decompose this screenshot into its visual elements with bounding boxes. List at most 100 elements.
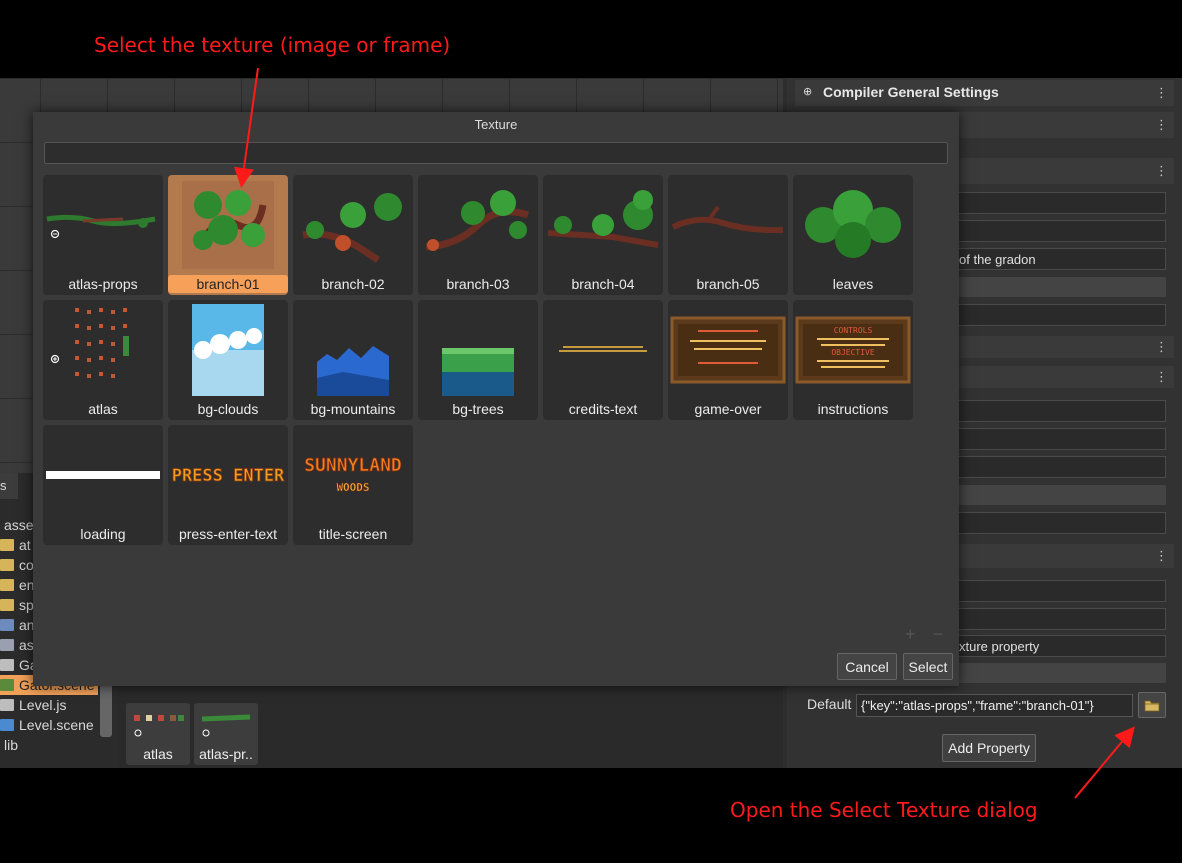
scene-icon (0, 679, 14, 691)
branch-03-preview (425, 190, 530, 251)
atlas-thumb-image (134, 715, 184, 737)
texture-item-title-screen[interactable]: SUNNYLAND WOODS title-screen (293, 425, 413, 545)
texture-item-branch-01[interactable]: branch-01 (168, 175, 288, 295)
credits-text-preview (559, 346, 647, 352)
bg-trees-preview (442, 348, 514, 396)
loading-preview (46, 471, 160, 479)
menu-icon[interactable]: ⋮ (1155, 117, 1168, 133)
block-thumb[interactable]: atlas-pr.. (194, 703, 258, 765)
texture-item-branch-04[interactable]: branch-04 (543, 175, 663, 295)
texture-item-bg-mountains[interactable]: bg-mountains (293, 300, 413, 420)
menu-icon[interactable]: ⋮ (1155, 339, 1168, 355)
folder-icon (0, 599, 14, 611)
property-bar (958, 663, 1166, 683)
folder-icon (0, 559, 14, 571)
property-field[interactable]: xture property (958, 635, 1166, 657)
texture-item-credits-text[interactable]: credits-text (543, 300, 663, 420)
file-icon (0, 659, 14, 671)
texture-item-atlas[interactable]: atlas (43, 300, 163, 420)
texture-item-branch-03[interactable]: branch-03 (418, 175, 538, 295)
property-field[interactable]: of the gradon (958, 248, 1166, 270)
property-field[interactable] (958, 580, 1166, 602)
annotation-select-texture: Select the texture (image or frame) (94, 33, 451, 57)
default-value-input[interactable]: {"key":"atlas-props","frame":"branch-01"… (856, 694, 1133, 717)
menu-icon[interactable]: ⋮ (1155, 163, 1168, 179)
select-button[interactable]: Select (903, 653, 953, 680)
atlas-props-thumb-image (201, 714, 251, 737)
atlas-preview (50, 308, 129, 378)
tree-item[interactable]: Level.js (0, 695, 66, 715)
add-property-button[interactable]: Add Property (942, 734, 1036, 762)
filter-input[interactable] (44, 142, 948, 164)
texture-item-leaves[interactable]: leaves (793, 175, 913, 295)
property-field[interactable] (958, 400, 1166, 422)
bg-mountains-preview (317, 346, 389, 396)
annotation-open-dialog: Open the Select Texture dialog (730, 798, 1038, 822)
leaves-preview (805, 190, 901, 258)
blocks-panel: atlas atlas-pr.. (118, 683, 783, 768)
branch-02-preview (302, 193, 402, 263)
property-field[interactable] (958, 304, 1166, 326)
open-texture-dialog-button[interactable] (1138, 692, 1166, 718)
folder-icon (0, 579, 14, 591)
branch-05-preview (671, 205, 784, 234)
branch-04-preview (547, 190, 659, 248)
texture-item-game-over[interactable]: game-over (668, 300, 788, 420)
tree-item[interactable]: an (0, 615, 35, 635)
texture-item-branch-05[interactable]: branch-05 (668, 175, 788, 295)
texture-dialog: Texture atlas-props branch-01 branch-02 … (33, 112, 959, 686)
dialog-title: Texture (474, 117, 518, 132)
files-tab[interactable]: s (0, 473, 18, 499)
texture-item-instructions[interactable]: CONTROLS OBJECTIVE instructions (793, 300, 913, 420)
tree-item[interactable]: as (0, 635, 34, 655)
property-field[interactable] (958, 428, 1166, 450)
property-bar (958, 277, 1166, 297)
tree-item[interactable]: sp (0, 595, 34, 615)
texture-item-loading[interactable]: loading (43, 425, 163, 545)
property-field[interactable] (958, 512, 1166, 534)
tree-item[interactable]: Level.scene (0, 715, 94, 735)
texture-item-bg-trees[interactable]: bg-trees (418, 300, 538, 420)
menu-icon[interactable]: ⋮ (1155, 369, 1168, 385)
texture-item-branch-02[interactable]: branch-02 (293, 175, 413, 295)
svg-text:CONTROLS: CONTROLS (834, 326, 873, 335)
expand-icon: ⊕ (803, 86, 813, 98)
svg-text:PRESS ENTER: PRESS ENTER (172, 466, 285, 486)
file-icon (0, 699, 14, 711)
folder-icon (1144, 700, 1160, 712)
property-field[interactable] (958, 608, 1166, 630)
menu-icon[interactable]: ⋮ (1155, 85, 1168, 101)
texture-item-press-enter-text[interactable]: PRESS ENTER press-enter-text (168, 425, 288, 545)
instructions-preview: CONTROLS OBJECTIVE (795, 316, 911, 384)
property-field[interactable] (958, 192, 1166, 214)
tree-item[interactable]: lib (4, 735, 18, 755)
svg-text:OBJECTIVE: OBJECTIVE (831, 348, 875, 357)
press-enter-preview: PRESS ENTER (171, 466, 285, 487)
branch-01-preview (182, 181, 274, 269)
game-over-preview (670, 316, 786, 384)
default-label: Default (807, 696, 852, 712)
section-header[interactable]: ⊕ Compiler General Settings ⋮ (795, 80, 1174, 106)
folder-icon (0, 539, 14, 551)
cancel-button[interactable]: Cancel (837, 653, 897, 680)
texture-item-bg-clouds[interactable]: bg-clouds (168, 300, 288, 420)
menu-icon[interactable]: ⋮ (1155, 548, 1168, 564)
property-bar (958, 485, 1166, 505)
file-icon (0, 639, 14, 651)
tree-item[interactable]: en (0, 575, 35, 595)
scene-icon (0, 719, 14, 731)
atlas-props-preview (46, 214, 156, 239)
property-field[interactable] (958, 220, 1166, 242)
tree-item[interactable]: asse (4, 515, 34, 535)
bg-clouds-preview (192, 304, 264, 396)
property-field[interactable] (958, 456, 1166, 478)
tree-item[interactable]: co (0, 555, 34, 575)
svg-text:WOODS: WOODS (336, 481, 369, 494)
tree-item[interactable]: at (0, 535, 31, 555)
zoom-controls[interactable]: + − (905, 624, 949, 645)
svg-text:SUNNYLAND: SUNNYLAND (304, 455, 402, 476)
block-thumb[interactable]: atlas (126, 703, 190, 765)
file-icon (0, 619, 14, 631)
title-screen-preview: SUNNYLAND WOODS (304, 455, 402, 495)
texture-item-atlas-props[interactable]: atlas-props (43, 175, 163, 295)
